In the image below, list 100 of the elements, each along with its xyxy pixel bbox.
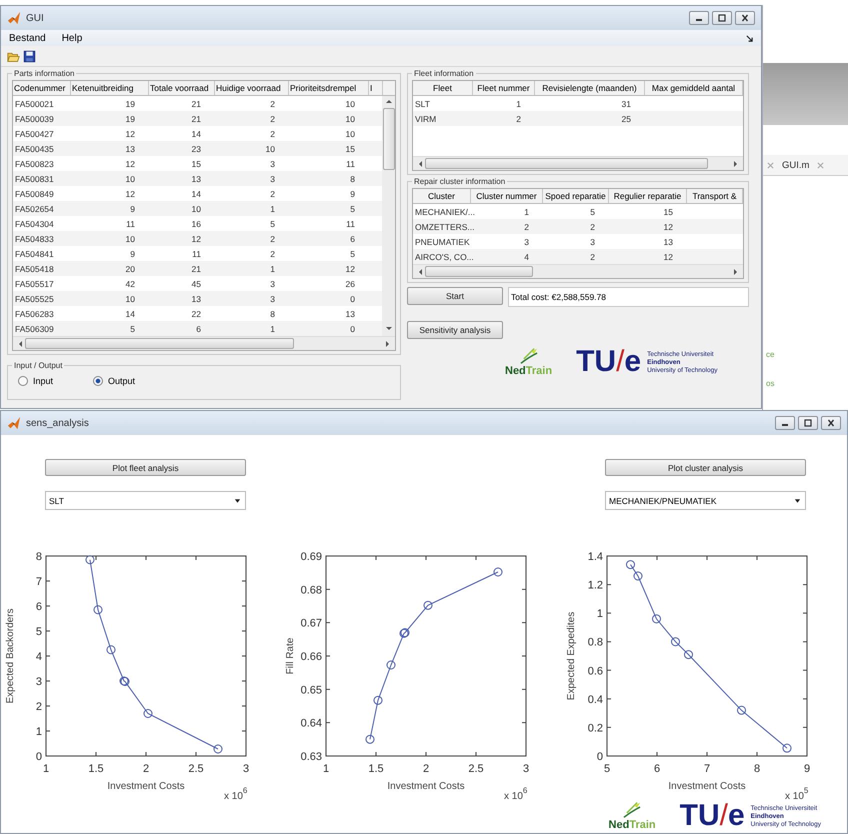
tick-label: 0.2 bbox=[588, 722, 603, 734]
maximize-button[interactable] bbox=[798, 416, 818, 430]
table-cell-text: FA502654 bbox=[14, 204, 55, 214]
arrow-icon[interactable] bbox=[746, 34, 753, 42]
tick-label: 0.6 bbox=[588, 665, 603, 678]
window-title: sens_analysis bbox=[26, 418, 89, 428]
table-cell-text: 21 bbox=[190, 114, 202, 124]
table-cell-text: PNEUMATIEK bbox=[414, 236, 471, 246]
table-cell-text: 9 bbox=[129, 204, 136, 214]
tick-label: 6 bbox=[654, 763, 660, 775]
table-cell-text: 2 bbox=[269, 248, 276, 258]
tick-label: 0.63 bbox=[300, 751, 322, 763]
tick-label: 2.5 bbox=[468, 763, 484, 775]
radio-button[interactable]: Input bbox=[18, 376, 54, 386]
window-title: GUI bbox=[26, 12, 44, 24]
tick-label: 0.66 bbox=[300, 651, 322, 663]
horizontal-scrollbar[interactable] bbox=[413, 156, 743, 170]
panel-title: Fleet information bbox=[413, 69, 475, 78]
column-header: Revisielengte (maanden) bbox=[535, 81, 645, 95]
logo-text: TU/e bbox=[680, 801, 745, 831]
horizontal-scrollbar[interactable] bbox=[13, 336, 395, 350]
sensitivity-analysis-button[interactable]: Sensitivity analysis bbox=[407, 321, 503, 339]
table-cell-text: 12 bbox=[124, 128, 136, 138]
data-point bbox=[494, 568, 502, 576]
table-cell-text: 15 bbox=[344, 144, 356, 154]
table-cell-text: 5 bbox=[349, 248, 356, 258]
table-cell-text: 3 bbox=[589, 236, 596, 246]
tick-label: 3 bbox=[36, 676, 42, 688]
tick-label: 5 bbox=[36, 626, 42, 638]
table-cell-text: 2 bbox=[515, 114, 522, 124]
close-button[interactable] bbox=[735, 11, 755, 25]
column-header: Totale voorraad bbox=[149, 81, 215, 95]
table-cell-text: 3 bbox=[269, 158, 276, 168]
plot-fleet-button[interactable]: Plot fleet analysis bbox=[45, 459, 246, 476]
close-icon bbox=[826, 419, 836, 427]
data-point bbox=[737, 706, 746, 715]
maximize-icon bbox=[803, 419, 813, 427]
data-point bbox=[626, 560, 635, 570]
table-cell-text: 20 bbox=[124, 264, 136, 274]
maximize-button[interactable] bbox=[712, 11, 732, 25]
horizontal-scrollbar[interactable] bbox=[413, 264, 743, 278]
column-header: Cluster nummer bbox=[471, 189, 543, 203]
menu-item[interactable]: Bestand bbox=[9, 32, 46, 44]
axis-label: Fill Rate bbox=[285, 638, 296, 674]
close-button[interactable] bbox=[821, 416, 841, 430]
axis-multiplier: x 10$^{6}$ bbox=[504, 786, 528, 802]
table-cell-text: 31 bbox=[620, 98, 632, 108]
plot-cluster-button[interactable]: Plot cluster analysis bbox=[605, 459, 806, 476]
table-cell-text: 1 bbox=[515, 98, 522, 108]
minimize-button[interactable] bbox=[689, 11, 709, 25]
data-point bbox=[386, 660, 396, 670]
fleet-dropdown[interactable]: SLT bbox=[45, 491, 246, 510]
table-cell-text: FA500849 bbox=[14, 188, 55, 198]
cluster-dropdown[interactable]: MECHANIEK/PNEUMATIEK bbox=[605, 491, 806, 510]
table-cell-text: 8 bbox=[349, 174, 356, 184]
table-cell-text: 2 bbox=[589, 222, 596, 232]
radio-button[interactable]: Output bbox=[93, 376, 136, 386]
tick-label: 0.65 bbox=[300, 684, 322, 696]
table-cell-text: FA500831 bbox=[14, 174, 55, 184]
table-cell-text: 14 bbox=[124, 308, 136, 318]
data-point bbox=[684, 650, 693, 660]
table-cell-text: 2 bbox=[589, 252, 596, 262]
data-point bbox=[214, 744, 222, 754]
table-cell-text: VIRM bbox=[414, 114, 438, 124]
table-cell-text: 3 bbox=[269, 174, 276, 184]
table-cell-text: 19 bbox=[124, 114, 136, 124]
minimize-button[interactable] bbox=[775, 416, 795, 430]
data-point bbox=[94, 605, 102, 614]
table-cell-text: 11 bbox=[125, 218, 136, 228]
column-header: Codenummer bbox=[13, 81, 71, 95]
data-point bbox=[424, 600, 432, 610]
table-cell-text: 22 bbox=[190, 308, 202, 318]
tick-label: 1.4 bbox=[588, 551, 603, 563]
table-cell-text: FA504841 bbox=[14, 248, 55, 258]
start-button[interactable]: Start bbox=[407, 287, 503, 305]
tick-label: 0.4 bbox=[588, 694, 603, 706]
table-cell-text: 5 bbox=[129, 324, 136, 334]
column-header: Transport & bbox=[687, 189, 743, 203]
table-cell-text: 6 bbox=[349, 234, 356, 244]
menu-item[interactable]: Help bbox=[62, 32, 82, 44]
tick-label: 2 bbox=[36, 701, 42, 713]
data-point bbox=[374, 696, 382, 705]
column-header: Regulier reparatie bbox=[609, 189, 687, 203]
table-cell-text: FA504304 bbox=[14, 218, 55, 228]
table-cell-text: FA500039 bbox=[14, 114, 55, 124]
table-cell-text: AIRCO'S, CO... bbox=[414, 252, 471, 262]
table-cell-text: 10 bbox=[344, 128, 356, 138]
axis-label: Expected Backorders bbox=[5, 608, 16, 704]
data-point bbox=[671, 637, 680, 646]
editor-tab[interactable]: GUI.m bbox=[782, 160, 810, 170]
table-cell-text: 13 bbox=[124, 144, 136, 154]
tick-label: 6 bbox=[36, 601, 42, 613]
editor-text: ce bbox=[766, 350, 774, 359]
table-cell-text: 42 bbox=[124, 278, 136, 288]
caret-icon bbox=[234, 498, 241, 504]
table-cell-text: 11 bbox=[191, 248, 202, 258]
table-cell-text: 10 bbox=[344, 98, 356, 108]
column-header: Fleet nummer bbox=[473, 81, 535, 95]
tick-label: 0 bbox=[596, 751, 603, 763]
vertical-scrollbar[interactable] bbox=[382, 96, 395, 336]
